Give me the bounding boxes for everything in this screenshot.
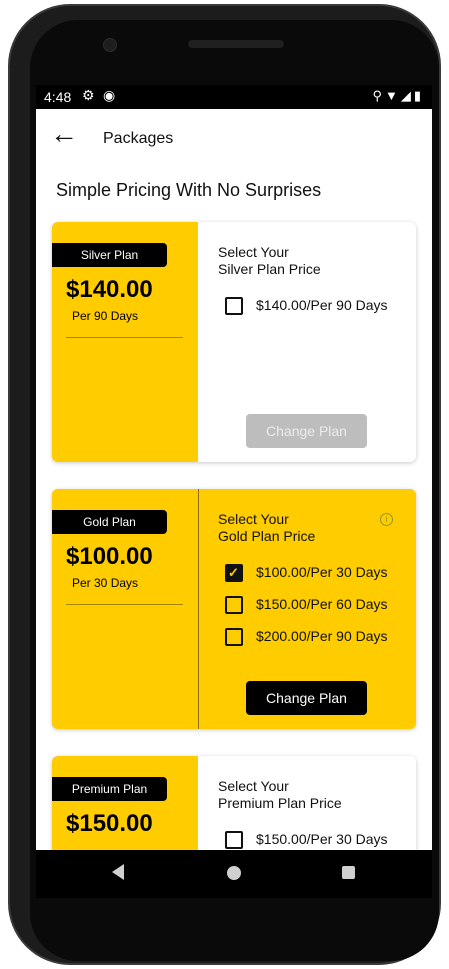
info-icon[interactable]: i [380, 513, 393, 526]
plan-price: $100.00 [66, 543, 153, 570]
plan-summary-panel: Premium Plan $150.00 [52, 756, 198, 850]
price-option-label: $150.00/Per 30 Days [256, 831, 388, 847]
system-nav-bar [36, 850, 432, 898]
plan-tag: Premium Plan [52, 777, 167, 801]
select-title-line1: Select Your [218, 778, 289, 794]
checkbox-unchecked[interactable] [225, 831, 243, 849]
gear-icon: ⚙ [82, 87, 95, 103]
earpiece-speaker [188, 40, 284, 48]
select-price-title: Select Your Silver Plan Price [218, 244, 378, 278]
select-price-title: Select Your Premium Plan Price [218, 778, 378, 812]
wifi-icon: ▼ [384, 88, 401, 103]
plan-card-gold: Gold Plan $100.00 Per 30 Days Select You… [52, 489, 416, 729]
app-bar: ← Packages [36, 109, 432, 165]
price-option-label: $200.00/Per 90 Days [256, 628, 388, 644]
battery-icon: ▮ [413, 88, 424, 103]
select-title-line2: Premium Plan Price [218, 795, 342, 811]
app-screen: 4:48 ⚙ ◉ ⚲▼◢▮ ← Packages Simple Pricing … [36, 85, 432, 850]
select-title-line1: Select Your [218, 511, 289, 527]
checkbox-unchecked[interactable] [225, 628, 243, 646]
checkbox-unchecked[interactable] [225, 297, 243, 315]
price-option-label: $100.00/Per 30 Days [256, 564, 388, 580]
app-bar-title: Packages [103, 130, 174, 147]
plan-price: $150.00 [66, 810, 153, 837]
nav-home-icon[interactable] [227, 866, 241, 880]
select-price-title: Select Your Gold Plan Price [218, 511, 378, 545]
divider [66, 337, 183, 338]
plan-period: Per 30 Days [72, 576, 139, 590]
select-title-line1: Select Your [218, 244, 289, 260]
plan-tag: Gold Plan [52, 510, 167, 534]
price-option-label: $140.00/Per 90 Days [256, 297, 388, 313]
page-heading: Simple Pricing With No Surprises [56, 180, 322, 200]
select-title-line2: Gold Plan Price [218, 528, 316, 544]
change-plan-button[interactable]: Change Plan [246, 414, 367, 448]
front-camera [103, 38, 117, 52]
location-icon: ⚲ [372, 88, 385, 103]
status-time: 4:48 [44, 89, 72, 105]
price-option-label: $150.00/Per 60 Days [256, 596, 388, 612]
signal-icon: ◢ [400, 88, 414, 103]
nav-back-icon[interactable] [112, 864, 124, 880]
vertical-divider [198, 489, 199, 729]
status-bar: 4:48 ⚙ ◉ ⚲▼◢▮ [36, 85, 432, 109]
plan-tag: Silver Plan [52, 243, 167, 267]
plan-summary-panel: Gold Plan $100.00 Per 30 Days [52, 489, 198, 729]
status-icons: ⚲▼◢▮ [372, 88, 424, 104]
plan-summary-panel: Silver Plan $140.00 Per 90 Days [52, 222, 198, 462]
select-title-line2: Silver Plan Price [218, 261, 321, 277]
change-plan-button[interactable]: Change Plan [246, 681, 367, 715]
checkbox-checked[interactable] [225, 564, 243, 582]
checkbox-unchecked[interactable] [225, 596, 243, 614]
at-circle-icon: ◉ [103, 87, 116, 103]
arrow-left-icon[interactable]: ← [50, 119, 78, 149]
divider [66, 604, 183, 605]
plan-card-premium: Premium Plan $150.00 Select Your Premium… [52, 756, 416, 850]
plan-period: Per 90 Days [72, 309, 139, 323]
nav-recents-icon[interactable] [342, 866, 355, 879]
plan-card-silver: Silver Plan $140.00 Per 90 Days Select Y… [52, 222, 416, 462]
plan-price: $140.00 [66, 276, 153, 303]
